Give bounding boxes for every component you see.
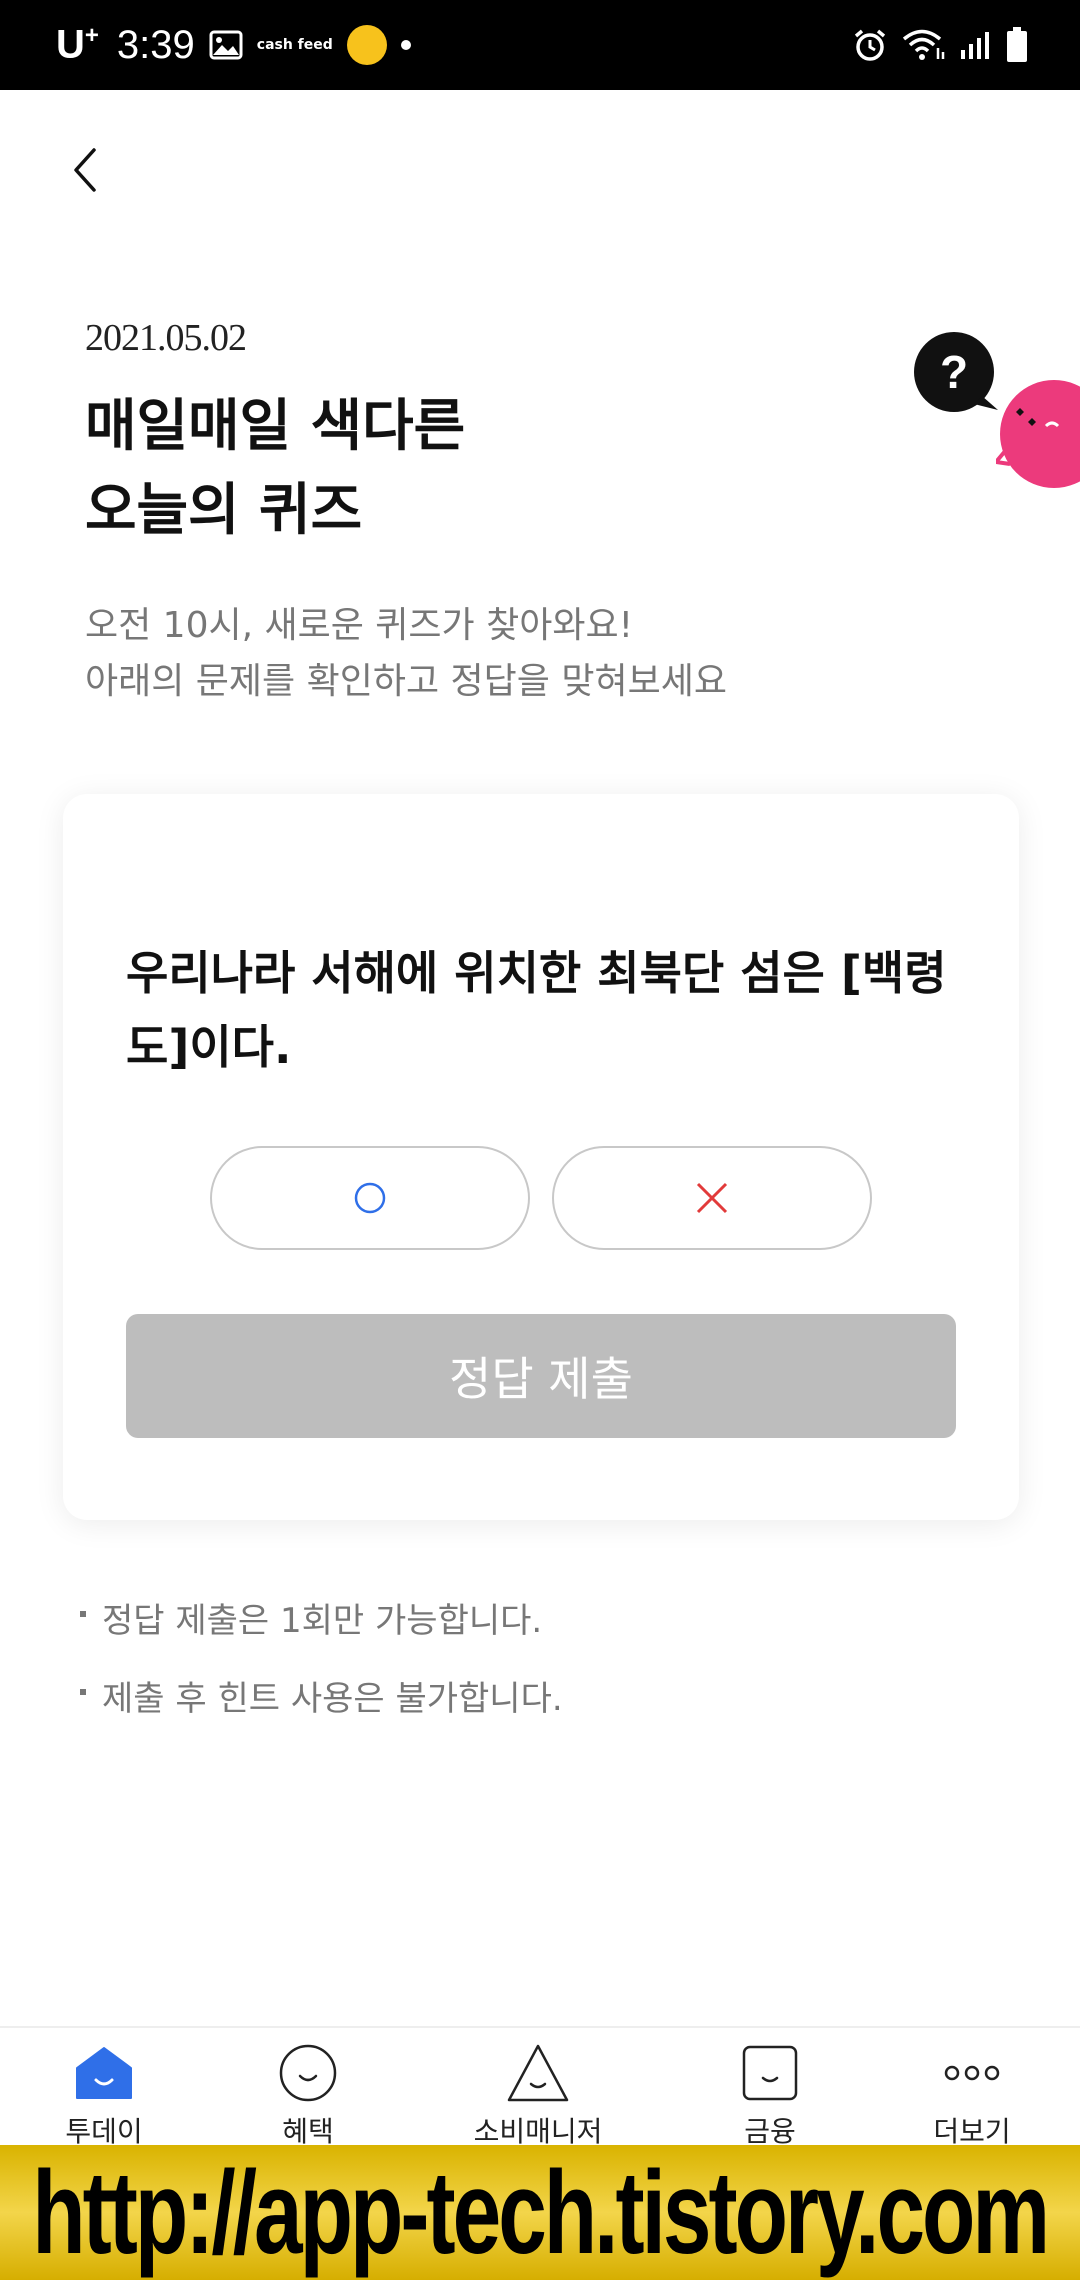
chevron-left-icon [74, 148, 96, 192]
tab-more[interactable]: 더보기 [892, 2042, 1052, 2150]
back-button[interactable] [60, 140, 110, 200]
tab-benefits[interactable]: 혜택 [228, 2042, 388, 2150]
submit-answer-button[interactable]: 정답 제출 [126, 1314, 956, 1438]
pink-character-illustration [992, 370, 1080, 500]
notice-item: 정답 제출은 1회만 가능합니다. [80, 1582, 563, 1660]
cashfeed-icon: cash feed [256, 36, 333, 53]
watermark-banner: http://app-tech.tistory.com [0, 2145, 1080, 2280]
watermark-text: http://app-tech.tistory.com [32, 2146, 1051, 2279]
status-time: 3:39 [116, 22, 195, 67]
title-line-2: 오늘의 퀴즈 [85, 478, 363, 543]
bullet-icon [80, 1689, 86, 1695]
notice-list: 정답 제출은 1회만 가능합니다. 제출 후 힌트 사용은 불가합니다. [80, 1582, 563, 1738]
status-bar-left: U+ 3:39 cash feed [56, 20, 411, 70]
alarm-icon [852, 27, 888, 63]
desc-line-1: 오전 10시, 새로운 퀴즈가 찾아와요! [85, 605, 634, 646]
wifi-icon [902, 28, 946, 62]
title-line-1: 매일매일 색다른 [85, 394, 466, 459]
notification-dot-icon [400, 40, 411, 50]
status-bar-right [852, 22, 1028, 68]
quiz-question: 우리나라 서해에 위치한 최북단 섬은 [백령도]이다. [126, 946, 947, 1074]
notice-item: 제출 후 힌트 사용은 불가합니다. [80, 1660, 563, 1738]
more-dots-icon [944, 2065, 1000, 2081]
battery-icon [1006, 27, 1028, 63]
page-title: 매일매일 색다른 오늘의 퀴즈 [85, 385, 785, 553]
answer-x-button[interactable] [552, 1146, 872, 1250]
desc-line-2: 아래의 문제를 확인하고 정답을 맞혀보세요 [85, 661, 727, 702]
cross-x-icon [696, 1182, 728, 1214]
gallery-icon [209, 30, 243, 60]
quiz-date: 2021.05.02 [85, 317, 247, 359]
status-bar: U+ 3:39 cash feed [0, 0, 1080, 90]
answer-o-button[interactable] [210, 1146, 530, 1250]
circle-smile-icon [279, 2044, 337, 2102]
signal-icon [960, 30, 992, 60]
triangle-smile-icon [507, 2044, 569, 2102]
bullet-icon [80, 1611, 86, 1617]
square-smile-icon [742, 2045, 798, 2101]
quiz-card: 우리나라 서해에 위치한 최북단 섬은 [백령도]이다. 정답 제출 [63, 794, 1019, 1520]
question-bubble-icon: ? [912, 330, 1002, 420]
circle-o-icon [354, 1182, 386, 1214]
svg-text:?: ? [940, 346, 968, 398]
tab-today[interactable]: 투데이 [24, 2042, 184, 2150]
carrier-label: U+ [56, 22, 99, 67]
quiz-description: 오전 10시, 새로운 퀴즈가 찾아와요! 아래의 문제를 확인하고 정답을 맞… [85, 598, 727, 710]
tab-finance[interactable]: 금융 [690, 2042, 850, 2150]
tab-spending-manager[interactable]: 소비매니저 [458, 2042, 618, 2150]
home-smile-icon [76, 2047, 132, 2099]
emoji-notification-icon [346, 25, 387, 65]
